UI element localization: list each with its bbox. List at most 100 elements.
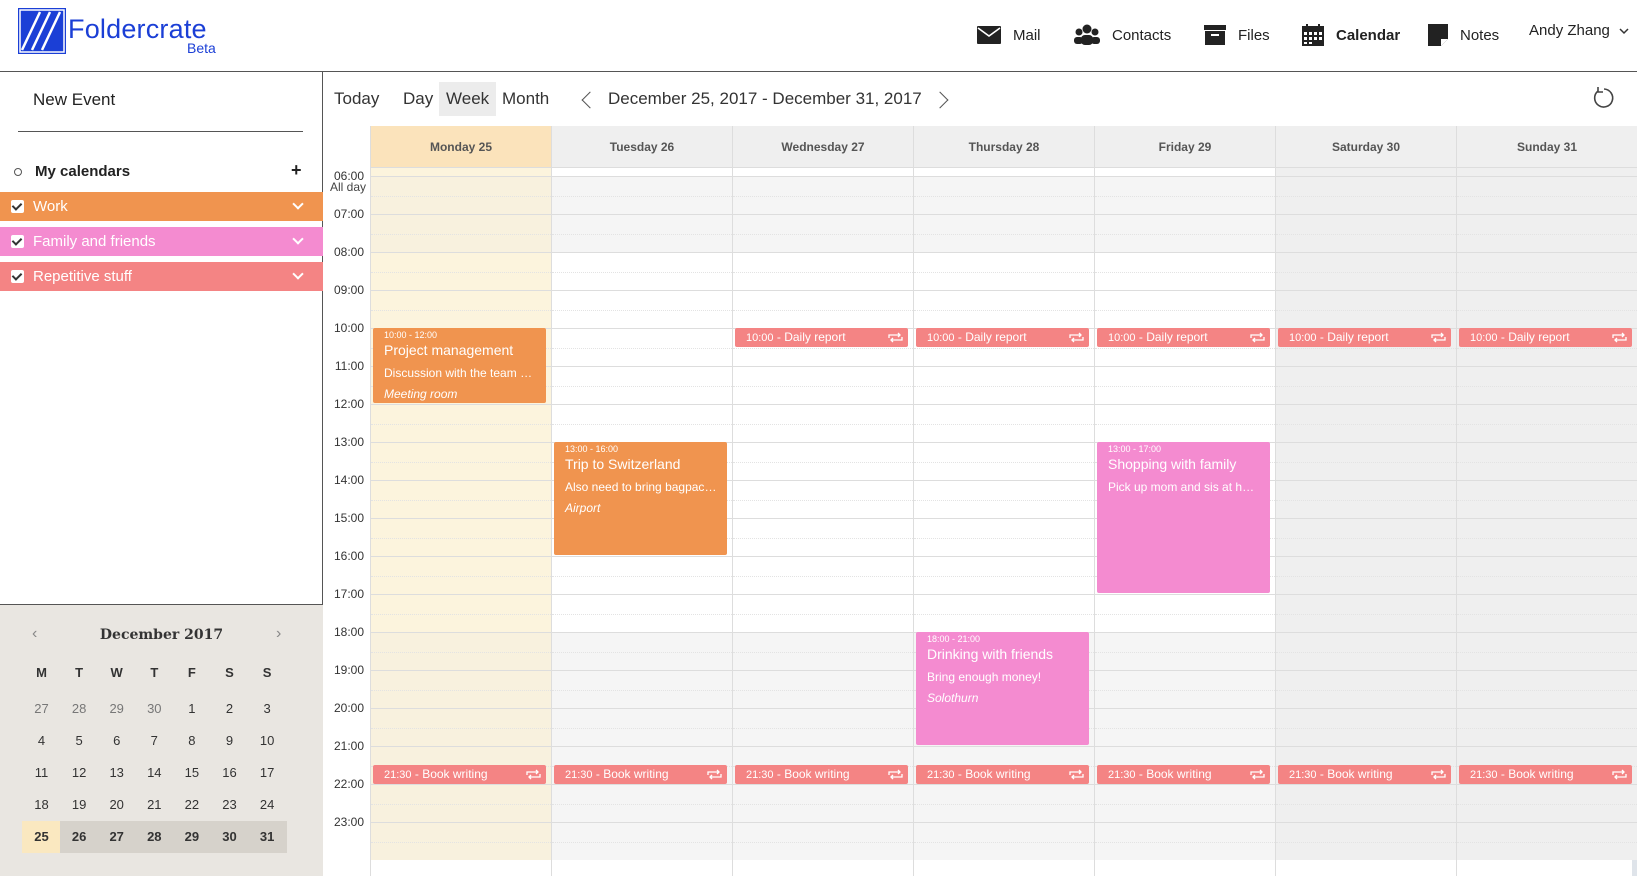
mini-next-month-icon[interactable]: › — [276, 625, 281, 643]
hour-slot[interactable] — [371, 442, 551, 480]
hour-slot[interactable] — [371, 214, 551, 252]
hour-slot[interactable] — [1276, 480, 1456, 518]
hour-slot[interactable] — [914, 366, 1094, 404]
mini-day[interactable]: 19 — [60, 789, 99, 821]
hour-slot[interactable] — [1457, 366, 1637, 404]
hour-slot[interactable] — [733, 442, 913, 480]
mini-day[interactable]: 17 — [248, 757, 287, 789]
hour-slot[interactable] — [552, 708, 732, 746]
hour-slot[interactable] — [1457, 290, 1637, 328]
hour-slot[interactable] — [1276, 518, 1456, 556]
hour-slot[interactable] — [914, 594, 1094, 632]
recurring-event[interactable]: 21:30 - Book writing — [916, 765, 1089, 784]
mini-day[interactable]: 23 — [210, 789, 249, 821]
mini-day[interactable]: 12 — [60, 757, 99, 789]
hour-slot[interactable] — [371, 784, 551, 822]
day-header[interactable]: Monday 25 — [370, 126, 551, 168]
chevron-down-icon[interactable] — [292, 233, 304, 245]
hour-slot[interactable] — [552, 594, 732, 632]
hour-slot[interactable] — [1276, 632, 1456, 670]
hour-slot[interactable] — [1276, 594, 1456, 632]
hour-slot[interactable] — [914, 442, 1094, 480]
hour-slot[interactable] — [1457, 252, 1637, 290]
recurring-event[interactable]: 10:00 - Daily report — [1097, 328, 1270, 347]
hour-slot[interactable] — [371, 290, 551, 328]
hour-slot[interactable] — [733, 594, 913, 632]
day-view-button[interactable]: Day — [396, 82, 440, 116]
recurring-event[interactable]: 10:00 - Daily report — [1459, 328, 1632, 347]
mini-day[interactable]: 27 — [22, 693, 61, 725]
mini-day[interactable]: 30 — [135, 693, 174, 725]
hour-slot[interactable] — [1276, 556, 1456, 594]
hour-slot[interactable] — [733, 632, 913, 670]
hour-slot[interactable] — [552, 252, 732, 290]
mini-day[interactable]: 28 — [60, 693, 99, 725]
hour-slot[interactable] — [552, 670, 732, 708]
hour-slot[interactable] — [552, 290, 732, 328]
mini-day[interactable]: 20 — [97, 789, 136, 821]
day-header[interactable]: Tuesday 26 — [551, 126, 732, 168]
nav-files[interactable]: Files — [1204, 20, 1270, 50]
mini-day[interactable]: 22 — [172, 789, 211, 821]
recurring-event[interactable]: 10:00 - Daily report — [735, 328, 908, 347]
mini-day[interactable]: 7 — [135, 725, 174, 757]
mini-day[interactable]: 13 — [97, 757, 136, 789]
mini-day[interactable]: 8 — [172, 725, 211, 757]
hour-slot[interactable] — [914, 518, 1094, 556]
mini-day[interactable]: 26 — [59, 821, 99, 853]
hour-slot[interactable] — [1276, 290, 1456, 328]
hour-slot[interactable] — [371, 404, 551, 442]
hour-slot[interactable] — [1276, 214, 1456, 252]
hour-slot[interactable] — [733, 480, 913, 518]
mini-day[interactable]: 27 — [97, 821, 137, 853]
hour-slot[interactable] — [1457, 822, 1637, 860]
hour-slot[interactable] — [1276, 708, 1456, 746]
hour-slot[interactable] — [914, 784, 1094, 822]
hour-slot[interactable] — [1276, 176, 1456, 214]
mini-day[interactable]: 3 — [248, 693, 287, 725]
hour-slot[interactable] — [733, 214, 913, 252]
checkbox-icon[interactable] — [11, 200, 24, 213]
hour-slot[interactable] — [1276, 252, 1456, 290]
nav-calendar[interactable]: Calendar — [1302, 20, 1400, 50]
hour-slot[interactable] — [1457, 404, 1637, 442]
nav-notes[interactable]: Notes — [1428, 20, 1499, 50]
chevron-down-icon[interactable] — [292, 198, 304, 210]
hour-slot[interactable] — [1276, 366, 1456, 404]
prev-week-icon[interactable] — [581, 91, 599, 109]
hour-slot[interactable] — [552, 822, 732, 860]
month-view-button[interactable]: Month — [495, 82, 556, 116]
hour-slot[interactable] — [552, 556, 732, 594]
mini-day[interactable]: 1 — [172, 693, 211, 725]
hour-slot[interactable] — [1095, 214, 1275, 252]
hour-slot[interactable] — [552, 176, 732, 214]
hour-slot[interactable] — [1276, 404, 1456, 442]
hour-slot[interactable] — [1276, 784, 1456, 822]
hour-slot[interactable] — [733, 290, 913, 328]
mini-day[interactable]: 6 — [97, 725, 136, 757]
add-calendar-button[interactable]: + — [291, 160, 302, 181]
mini-day[interactable]: 30 — [210, 821, 249, 853]
event[interactable]: 10:00 - 12:00 Project management Discussio… — [373, 328, 546, 403]
next-week-icon[interactable] — [931, 91, 949, 109]
hour-slot[interactable] — [1095, 404, 1275, 442]
hour-slot[interactable] — [733, 822, 913, 860]
mini-day[interactable]: 28 — [134, 821, 174, 853]
mini-day[interactable]: 14 — [135, 757, 174, 789]
hour-slot[interactable] — [733, 708, 913, 746]
hour-slot[interactable] — [552, 214, 732, 252]
hour-slot[interactable] — [1095, 594, 1275, 632]
recurring-event[interactable]: 21:30 - Book writing — [1097, 765, 1270, 784]
day-header[interactable]: Friday 29 — [1094, 126, 1275, 168]
day-header[interactable]: Saturday 30 — [1275, 126, 1456, 168]
mini-day[interactable]: 25 — [22, 821, 61, 853]
hour-slot[interactable] — [1095, 366, 1275, 404]
mini-day[interactable]: 31 — [247, 821, 287, 853]
mini-day[interactable]: 2 — [210, 693, 249, 725]
user-menu[interactable]: Andy Zhang — [1529, 22, 1629, 39]
today-button[interactable]: Today — [327, 82, 386, 116]
nav-mail[interactable]: Mail — [977, 20, 1041, 50]
recurring-event[interactable]: 10:00 - Daily report — [916, 328, 1089, 347]
mini-day[interactable]: 16 — [210, 757, 249, 789]
mini-day[interactable]: 9 — [210, 725, 249, 757]
